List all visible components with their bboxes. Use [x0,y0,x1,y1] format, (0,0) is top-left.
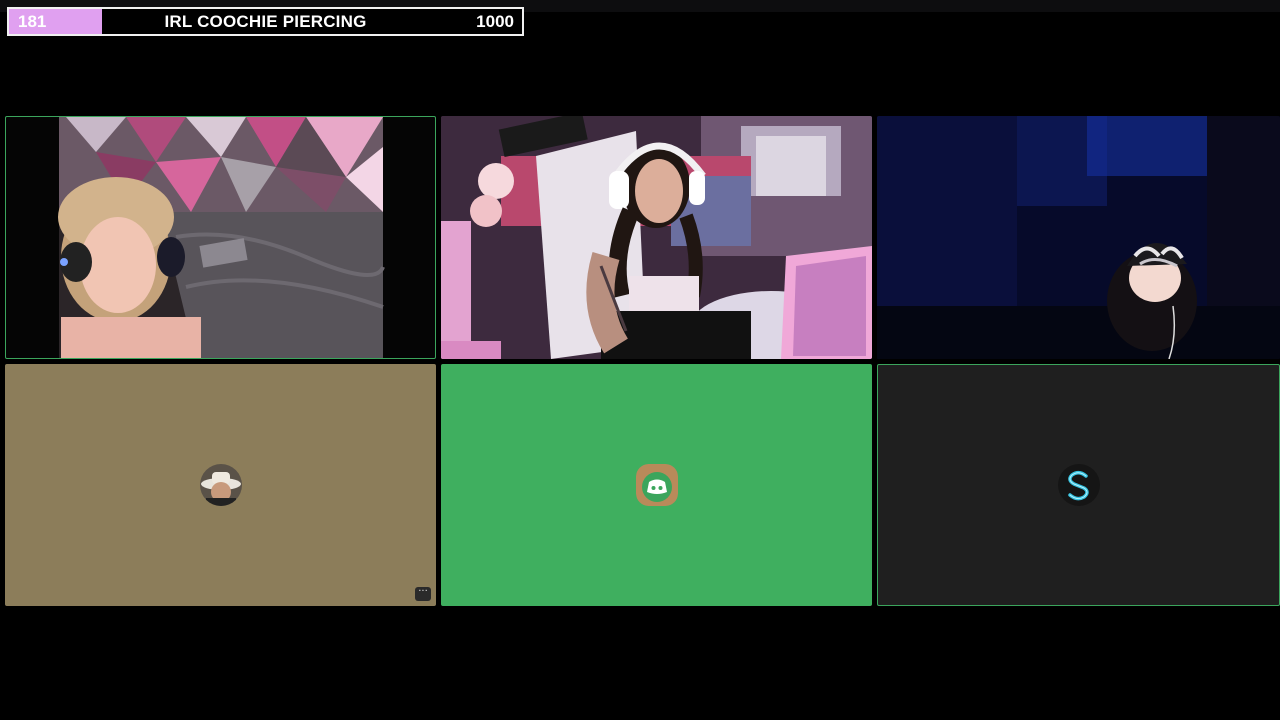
video-tile-participant-3[interactable] [877,116,1280,359]
participant-3-video [877,116,1280,359]
sub-goal-bar: 181 IRL COOCHIE PIERCING 1000 [7,7,524,36]
discord-logo-icon [635,464,678,506]
goal-title: IRL COOCHIE PIERCING [164,12,367,31]
avatar-tile-participant-6[interactable] [877,364,1280,606]
goal-target-count: 1000 [476,12,514,31]
video-tile-participant-1[interactable] [5,116,436,359]
video-tile-participant-2[interactable] [441,116,872,359]
more-options-button[interactable]: ··· [415,587,431,601]
user-avatar-icon [199,464,242,506]
participant-2-video [441,116,872,359]
avatar-tile-participant-5[interactable] [441,364,872,606]
letter-s-icon [1057,464,1100,506]
avatar-tile-participant-4[interactable]: ··· [5,364,436,606]
participant-1-video [58,117,385,358]
